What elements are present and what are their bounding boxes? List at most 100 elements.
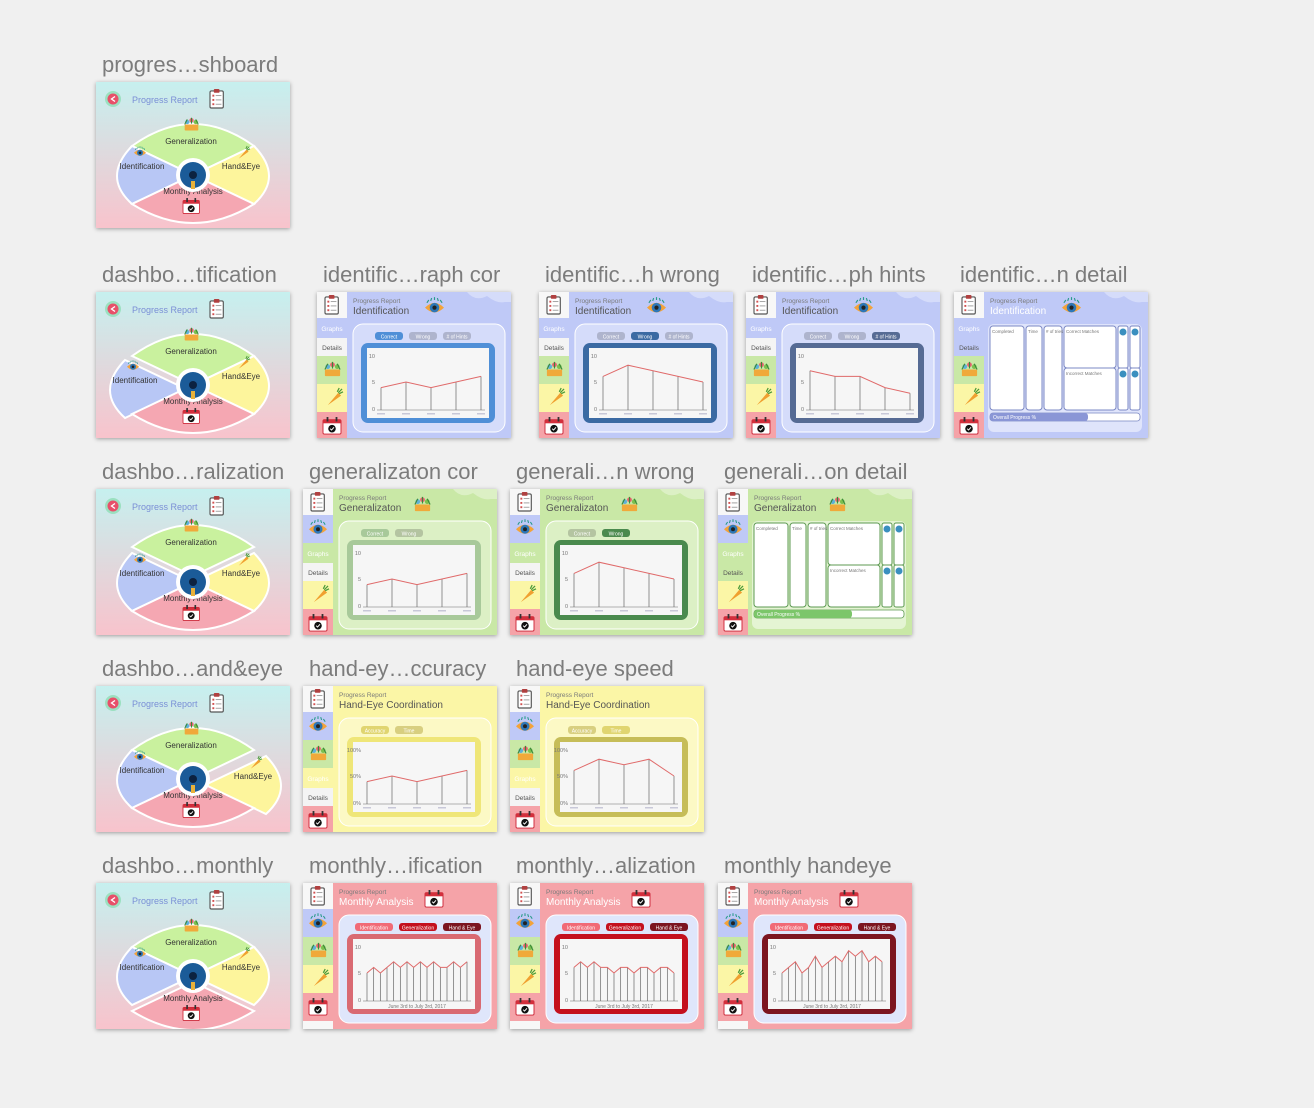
calendar-icon[interactable] xyxy=(182,1005,200,1021)
artboard-title[interactable]: generali…n wrong xyxy=(516,459,695,485)
calendar-icon[interactable] xyxy=(182,198,200,214)
back-icon[interactable] xyxy=(105,892,121,908)
artboard-thumbnail[interactable]: Graphs Details Progress Report Generalizato… xyxy=(303,489,497,635)
artboard-thumbnail[interactable]: Graphs Details Progress Report Generalizato… xyxy=(718,489,912,635)
clipboard-icon[interactable] xyxy=(209,299,224,319)
calendar-ring xyxy=(519,998,522,1003)
clipboard-icon[interactable] xyxy=(725,886,740,906)
artboard-thumbnail[interactable]: Graphs Details Progress Report Hand-Eye Coo… xyxy=(303,686,497,832)
artboard-title[interactable]: monthly…ification xyxy=(309,853,483,879)
detail-column xyxy=(807,522,827,608)
artboard-thumbnail[interactable]: Progress Report Generalization Identificat… xyxy=(96,82,290,228)
artboard-thumbnail[interactable]: Graphs Details Progress Report Identificati… xyxy=(954,292,1148,438)
artboard-title[interactable]: generalizaton cor xyxy=(309,459,478,485)
calendar-icon[interactable] xyxy=(959,417,979,435)
artboard-title[interactable]: dashbo…monthly xyxy=(102,853,273,879)
sidebar-item-handeye[interactable] xyxy=(718,965,748,993)
calendar-icon[interactable] xyxy=(631,890,651,908)
clipboard-icon[interactable] xyxy=(209,496,224,516)
back-icon[interactable] xyxy=(105,301,121,317)
calendar-icon[interactable] xyxy=(182,408,200,424)
artboard-thumbnail[interactable]: Progress Report Generalization Identificat… xyxy=(96,292,290,438)
back-icon[interactable] xyxy=(105,498,121,514)
artboard-title[interactable]: progres…shboard xyxy=(102,52,278,78)
calendar-icon[interactable] xyxy=(751,417,771,435)
artboard-title[interactable]: hand-eye speed xyxy=(516,656,674,682)
crown-base xyxy=(517,753,534,761)
artboard-thumbnail[interactable]: Graphs Details Progress Report Hand-Eye Coo… xyxy=(510,686,704,832)
artboard-thumbnail[interactable]: Graphs Details Progress Report Generalizato… xyxy=(510,489,704,635)
calendar-icon[interactable] xyxy=(515,998,535,1016)
artboard-title[interactable]: generali…on detail xyxy=(724,459,907,485)
artboard-thumbnail[interactable]: Progress Report Generalization Identificat… xyxy=(96,686,290,832)
y-tick-label: 10 xyxy=(369,354,375,360)
calendar-check xyxy=(637,897,645,906)
artboard-title[interactable]: monthly handeye xyxy=(724,853,892,879)
clipboard-icon[interactable] xyxy=(209,693,224,713)
sidebar-item-handeye[interactable] xyxy=(746,384,776,412)
clipboard-icon[interactable] xyxy=(209,890,224,910)
artboard-title[interactable]: identific…n detail xyxy=(960,262,1128,288)
artboard-title[interactable]: dashbo…and&eye xyxy=(102,656,283,682)
artboard-thumbnail[interactable]: Graphs Details Progress Report Identificati… xyxy=(746,292,940,438)
eye-pupil xyxy=(316,724,320,729)
clipboard-icon[interactable] xyxy=(324,295,339,315)
artboard-thumbnail[interactable]: Progress Report Generalization Identificat… xyxy=(96,883,290,1029)
artboard-thumbnail[interactable]: Graphs Details Progress Report Identificati… xyxy=(317,292,511,438)
back-icon[interactable] xyxy=(105,695,121,711)
sidebar-item-handeye[interactable] xyxy=(303,581,333,609)
clipboard-icon[interactable] xyxy=(546,295,561,315)
artboard-thumbnail[interactable]: Graphs Details Progress Report Identificati… xyxy=(539,292,733,438)
calendar-icon[interactable] xyxy=(839,890,859,908)
artboard-title[interactable]: dashbo…ralization xyxy=(102,459,284,485)
y-tick-label: 10 xyxy=(798,354,804,360)
sidebar-item-handeye[interactable] xyxy=(718,581,748,609)
sidebar-item-handeye[interactable] xyxy=(510,581,540,609)
artboard-title[interactable]: monthly…alization xyxy=(516,853,696,879)
artboard-thumbnail[interactable]: Progress Report Generalization Identificat… xyxy=(96,489,290,635)
calendar-icon[interactable] xyxy=(723,614,743,632)
artboard-title[interactable]: identific…raph cor xyxy=(323,262,500,288)
artboard-title[interactable]: hand-ey…ccuracy xyxy=(309,656,486,682)
calendar-icon[interactable] xyxy=(308,614,328,632)
calendar-icon[interactable] xyxy=(308,811,328,829)
clipboard-icon[interactable] xyxy=(961,295,976,315)
sidebar-item-handeye[interactable] xyxy=(510,965,540,993)
calendar-icon[interactable] xyxy=(723,998,743,1016)
artboard-thumbnail[interactable]: Progress Report Monthly Analysis Identific… xyxy=(303,883,497,1029)
tab-label: Hand & Eye xyxy=(864,926,891,932)
artboard-thumbnail[interactable]: Progress Report Monthly Analysis Identific… xyxy=(510,883,704,1029)
calendar-icon[interactable] xyxy=(424,890,444,908)
calendar-icon[interactable] xyxy=(544,417,564,435)
artboard-thumbnail[interactable]: Progress Report Monthly Analysis Identific… xyxy=(718,883,912,1029)
x-tick xyxy=(595,807,603,809)
calendar-icon[interactable] xyxy=(322,417,342,435)
x-tick xyxy=(620,807,628,809)
clipboard-icon[interactable] xyxy=(517,492,532,512)
sidebar-item-handeye[interactable] xyxy=(317,384,347,412)
clipboard-icon[interactable] xyxy=(517,886,532,906)
clipboard-icon[interactable] xyxy=(310,689,325,709)
calendar-icon[interactable] xyxy=(515,811,535,829)
calendar-icon[interactable] xyxy=(515,614,535,632)
calendar-icon[interactable] xyxy=(182,605,200,621)
section-title: Monthly Analysis xyxy=(339,897,413,908)
calendar-icon[interactable] xyxy=(182,802,200,818)
sidebar-item-handeye[interactable] xyxy=(954,384,984,412)
calendar-icon[interactable] xyxy=(308,998,328,1016)
sidebar-item-handeye[interactable] xyxy=(303,965,333,993)
y-tick-label: 10 xyxy=(355,551,361,557)
clipboard-icon[interactable] xyxy=(310,886,325,906)
sidebar-item-handeye[interactable] xyxy=(539,384,569,412)
artboard-title[interactable]: dashbo…tification xyxy=(102,262,277,288)
clipboard-icon[interactable] xyxy=(725,492,740,512)
clipboard-icon[interactable] xyxy=(209,89,224,109)
clipboard-icon[interactable] xyxy=(753,295,768,315)
back-icon[interactable] xyxy=(105,91,121,107)
artboard-title[interactable]: identific…h wrong xyxy=(545,262,720,288)
calendar-ring xyxy=(528,614,531,619)
artboard-preview: Graphs Details Progress ReportGeneralizato… xyxy=(718,489,912,635)
clipboard-icon[interactable] xyxy=(517,689,532,709)
clipboard-icon[interactable] xyxy=(310,492,325,512)
artboard-title[interactable]: identific…ph hints xyxy=(752,262,926,288)
